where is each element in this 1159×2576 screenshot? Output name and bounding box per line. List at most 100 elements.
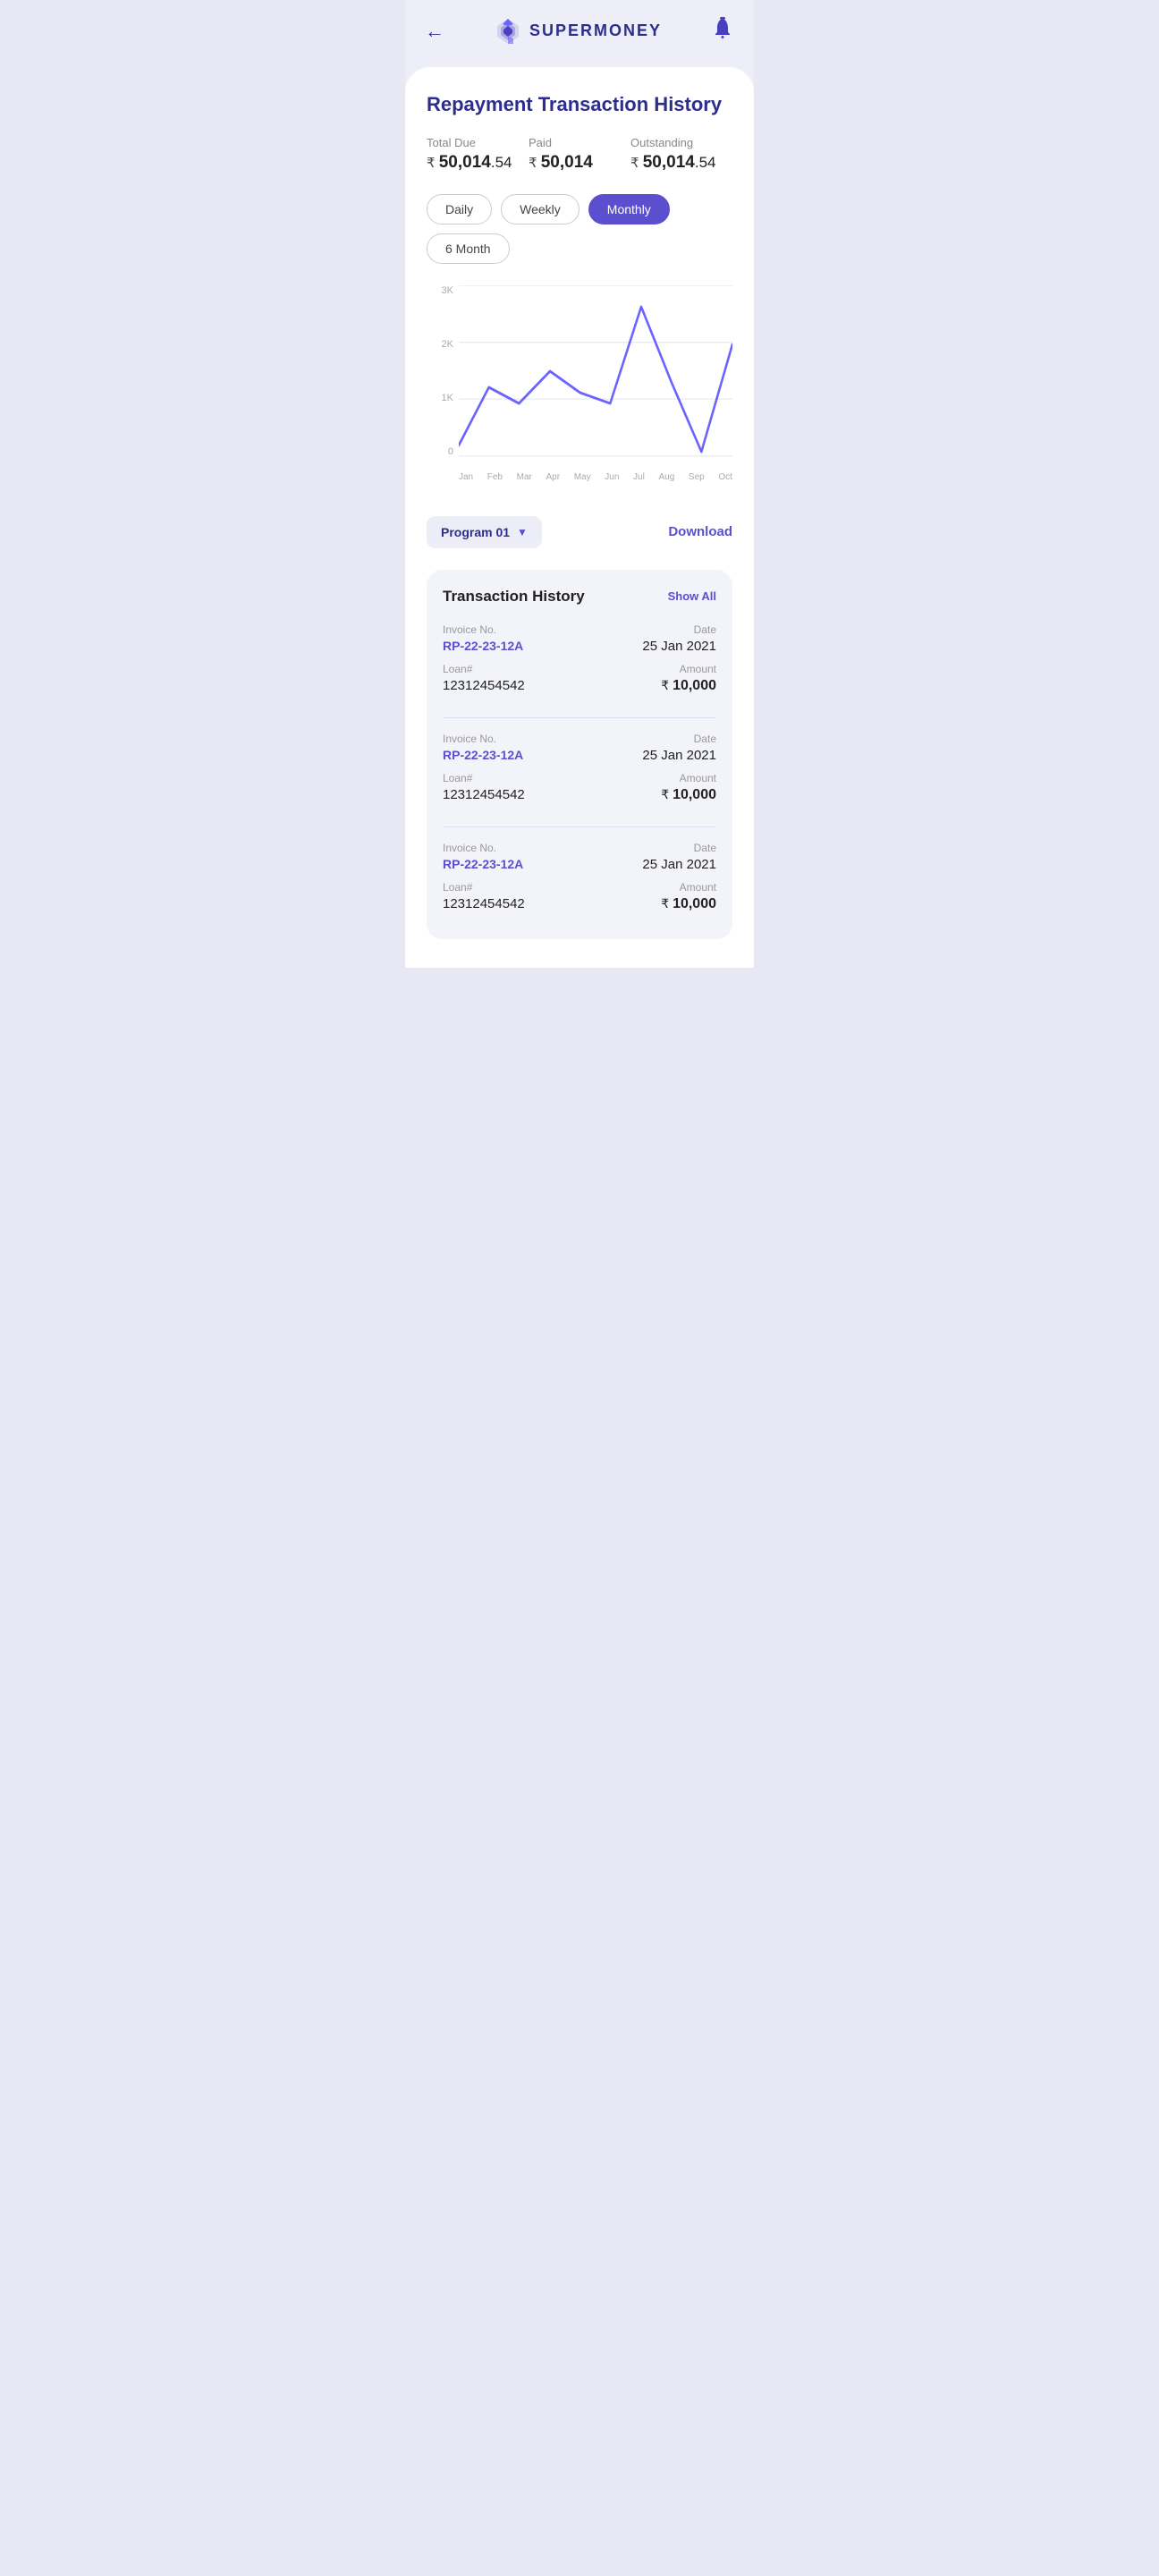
outstanding-label: Outstanding xyxy=(630,136,732,149)
outstanding-currency: ₹ xyxy=(630,156,643,171)
page-title: Repayment Transaction History xyxy=(427,92,732,118)
tx-amount-col: Amount ₹ 10,000 xyxy=(661,881,716,912)
paid-value: ₹ 50,014 xyxy=(529,153,630,173)
tx-loan-col: Loan# 12312454542 xyxy=(443,772,525,802)
dropdown-arrow-icon: ▼ xyxy=(517,526,528,538)
x-label-jun: Jun xyxy=(605,472,619,482)
tx-date-col: Date 25 Jan 2021 xyxy=(642,842,716,872)
total-due-currency: ₹ xyxy=(427,156,439,171)
tx-row-top: Invoice No. RP-22-23-12A Date 25 Jan 202… xyxy=(443,623,716,654)
tx-invoice-label: Invoice No. xyxy=(443,842,523,854)
tx-date: 25 Jan 2021 xyxy=(642,748,716,763)
transaction-section: Transaction History Show All Invoice No.… xyxy=(427,570,732,939)
x-label-jul: Jul xyxy=(633,472,645,482)
tx-amount-label: Amount xyxy=(661,772,716,784)
x-label-jan: Jan xyxy=(459,472,473,482)
tx-amount-label: Amount xyxy=(661,881,716,894)
filter-tabs: Daily Weekly Monthly 6 Month xyxy=(427,194,732,264)
outstanding-bold: 50,014 xyxy=(643,153,695,172)
tx-invoice-no: RP-22-23-12A xyxy=(443,857,523,871)
tx-row-top: Invoice No. RP-22-23-12A Date 25 Jan 202… xyxy=(443,733,716,763)
tx-row-top: Invoice No. RP-22-23-12A Date 25 Jan 202… xyxy=(443,842,716,872)
tx-loan-no: 12312454542 xyxy=(443,787,525,802)
tx-invoice-no: RP-22-23-12A xyxy=(443,748,523,762)
transaction-item: Invoice No. RP-22-23-12A Date 25 Jan 202… xyxy=(443,733,716,827)
tx-row-bottom: Loan# 12312454542 Amount ₹ 10,000 xyxy=(443,772,716,803)
tx-date: 25 Jan 2021 xyxy=(642,639,716,654)
tx-loan-col: Loan# 12312454542 xyxy=(443,663,525,693)
x-label-may: May xyxy=(574,472,591,482)
download-button[interactable]: Download xyxy=(668,524,732,539)
tx-amount: ₹ 10,000 xyxy=(661,678,716,694)
logo-text: SUPERMONEY xyxy=(529,21,662,40)
tx-loan-label: Loan# xyxy=(443,663,525,675)
tx-loan-no: 12312454542 xyxy=(443,678,525,693)
tab-weekly[interactable]: Weekly xyxy=(501,194,580,225)
outstanding: Outstanding ₹ 50,014.54 xyxy=(630,136,732,173)
x-label-apr: Apr xyxy=(546,472,561,482)
header: ← SUPERMONEY xyxy=(405,0,754,60)
tx-amount-label: Amount xyxy=(661,663,716,675)
summary-row: Total Due ₹ 50,014.54 Paid ₹ 50,014 Outs… xyxy=(427,136,732,173)
logo: SUPERMONEY xyxy=(494,17,662,46)
x-axis-labels: Jan Feb Mar Apr May Jun Jul Aug Sep Oct xyxy=(459,472,732,482)
tx-invoice-col: Invoice No. RP-22-23-12A xyxy=(443,842,523,871)
outstanding-cents: .54 xyxy=(695,154,716,171)
tx-invoice-col: Invoice No. RP-22-23-12A xyxy=(443,623,523,653)
paid: Paid ₹ 50,014 xyxy=(529,136,630,173)
y-label-2k: 2K xyxy=(442,339,453,350)
tab-monthly[interactable]: Monthly xyxy=(588,194,670,225)
tx-invoice-col: Invoice No. RP-22-23-12A xyxy=(443,733,523,762)
tx-loan-label: Loan# xyxy=(443,772,525,784)
transaction-item: Invoice No. RP-22-23-12A Date 25 Jan 202… xyxy=(443,842,716,912)
line-chart xyxy=(459,285,732,457)
tx-invoice-label: Invoice No. xyxy=(443,733,523,745)
x-label-feb: Feb xyxy=(487,472,503,482)
tab-6month[interactable]: 6 Month xyxy=(427,233,510,264)
total-due-value: ₹ 50,014.54 xyxy=(427,153,529,173)
total-due: Total Due ₹ 50,014.54 xyxy=(427,136,529,173)
show-all-button[interactable]: Show All xyxy=(668,589,716,603)
paid-label: Paid xyxy=(529,136,630,149)
tx-row-bottom: Loan# 12312454542 Amount ₹ 10,000 xyxy=(443,663,716,694)
chart-container: 3K 2K 1K 0 Jan Feb xyxy=(427,285,732,491)
transaction-title: Transaction History xyxy=(443,588,585,606)
main-card: Repayment Transaction History Total Due … xyxy=(405,67,754,968)
tx-loan-no: 12312454542 xyxy=(443,896,525,911)
transaction-header: Transaction History Show All xyxy=(443,588,716,606)
tx-date-col: Date 25 Jan 2021 xyxy=(642,623,716,654)
program-dropdown[interactable]: Program 01 ▼ xyxy=(427,516,542,548)
tx-invoice-label: Invoice No. xyxy=(443,623,523,636)
tx-loan-label: Loan# xyxy=(443,881,525,894)
notification-bell-icon[interactable] xyxy=(711,16,734,46)
y-label-1k: 1K xyxy=(442,393,453,403)
tx-date: 25 Jan 2021 xyxy=(642,857,716,872)
outstanding-value: ₹ 50,014.54 xyxy=(630,153,732,173)
tab-daily[interactable]: Daily xyxy=(427,194,492,225)
y-label-0: 0 xyxy=(448,446,453,457)
tx-date-col: Date 25 Jan 2021 xyxy=(642,733,716,763)
tx-amount-col: Amount ₹ 10,000 xyxy=(661,772,716,803)
phone-container: ← SUPERMONEY Repayment Transaction Histo… xyxy=(405,0,754,968)
tx-amount-col: Amount ₹ 10,000 xyxy=(661,663,716,694)
x-label-aug: Aug xyxy=(658,472,674,482)
paid-currency: ₹ xyxy=(529,156,541,171)
tx-date-label: Date xyxy=(642,733,716,745)
x-label-mar: Mar xyxy=(517,472,532,482)
total-due-cents: .54 xyxy=(491,154,512,171)
tx-row-bottom: Loan# 12312454542 Amount ₹ 10,000 xyxy=(443,881,716,912)
tx-invoice-no: RP-22-23-12A xyxy=(443,639,523,653)
tx-date-label: Date xyxy=(642,842,716,854)
action-row: Program 01 ▼ Download xyxy=(427,516,732,548)
total-due-label: Total Due xyxy=(427,136,529,149)
x-label-sep: Sep xyxy=(689,472,705,482)
x-label-oct: Oct xyxy=(718,472,732,482)
paid-bold: 50,014 xyxy=(541,153,593,172)
total-due-bold: 50,014 xyxy=(439,153,491,172)
back-button[interactable]: ← xyxy=(425,20,444,43)
tx-loan-col: Loan# 12312454542 xyxy=(443,881,525,911)
tx-amount: ₹ 10,000 xyxy=(661,787,716,803)
program-dropdown-label: Program 01 xyxy=(441,525,510,539)
logo-icon xyxy=(494,17,522,46)
tx-date-label: Date xyxy=(642,623,716,636)
